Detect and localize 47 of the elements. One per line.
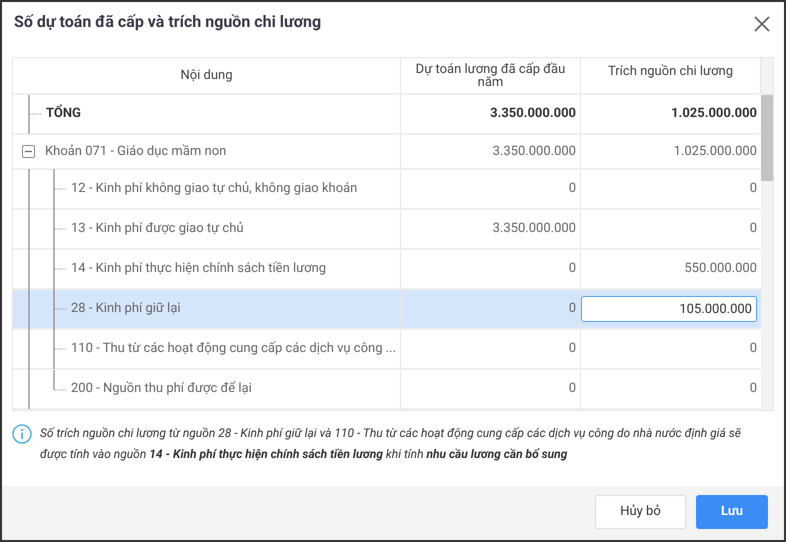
table-cell-text: 550.000.000 — [684, 260, 757, 278]
row-label: Khoản 071 - Giáo dục mầm non — [45, 142, 226, 161]
info-note: Số trích nguồn chi lương từ nguồn 28 - Kinh phí giữ lại và 110 - Thu từ các hoạt động cung cấp các dịch vụ công do nhà nước định giá sẽ được tính vào nguồn 14 - Kinh phí thực hiện chính sách tiền lương khi tính nhu cầu lương cần bổ sung — [40, 425, 742, 463]
close-icon — [754, 16, 770, 32]
table-row[interactable]: 13 - Kinh phí được giao tự chủ 3.350.000.000 0 — [13, 210, 761, 250]
row-label: 28 - Kinh phí giữ lại — [71, 300, 181, 318]
table-cell-text: 0 — [568, 260, 576, 278]
table-cell-text: 0 — [568, 380, 576, 398]
row-label: 110 - Thu từ các hoạt động cung cấp các dịch vụ công ... — [71, 340, 396, 358]
info-icon — [12, 424, 32, 444]
tree-connector-icon — [53, 169, 67, 209]
table-row[interactable]: 200 - Nguồn thu phí được để lại 0 0 — [13, 370, 761, 410]
row-label: 12 - Kinh phí không giao tự chủ, không giao khoán — [71, 180, 358, 198]
cancel-button[interactable]: Hủy bỏ — [595, 495, 686, 529]
row-label: TỔNG — [46, 104, 81, 124]
table-row[interactable]: 110 - Thu từ các hoạt động cung cấp các dịch vụ công ... 0 0 — [13, 330, 761, 370]
tree-connector-icon — [53, 209, 67, 249]
table-row[interactable]: 28 - Kinh phí giữ lại 0 105.000.000 — [13, 290, 761, 330]
row-label: 13 - Kinh phí được giao tự chủ — [71, 220, 244, 238]
row-label: 200 - Nguồn thu phí được để lại — [71, 380, 252, 398]
table-cell-text: 1.025.000.000 — [671, 105, 757, 124]
tree-connector-icon — [28, 95, 42, 134]
scrollbar-thumb[interactable] — [761, 95, 773, 181]
table-cell-text: 0 — [568, 340, 576, 358]
table-cell-text: 1.025.000.000 — [674, 142, 757, 161]
table-cell-text: 3.350.000.000 — [490, 105, 576, 124]
table-cell-text: 3.350.000.000 — [492, 220, 576, 238]
table-cell-text: 0 — [750, 340, 757, 358]
row-label: 14 - Kinh phí thực hiện chính sách tiền lương — [71, 260, 326, 278]
table-cell-text: 0 — [568, 300, 576, 318]
table-cell-text: 0 — [750, 180, 757, 198]
table-cell-text: 0 — [750, 220, 757, 238]
tree-connector-icon — [53, 249, 67, 289]
table-cell-text: 3.350.000.000 — [492, 142, 576, 161]
dialog-title: Số dự toán đã cấp và trích nguồn chi lương — [14, 11, 322, 33]
collapse-toggle[interactable] — [22, 145, 35, 158]
column-header: Dự toán lương đã cấp đầu năm — [414, 62, 566, 88]
table-row[interactable]: 14 - Kinh phí thực hiện chính sách tiền lương 0 550.000.000 — [13, 250, 761, 290]
column-header: Nội dung — [180, 66, 233, 85]
scrollbar[interactable] — [761, 95, 773, 410]
amount-input[interactable]: 105.000.000 — [581, 296, 757, 322]
table-row[interactable]: 12 - Kinh phí không giao tự chủ, không giao khoán 0 0 — [13, 170, 761, 210]
column-header: Trích nguồn chi lương — [608, 63, 734, 81]
tree-connector-icon — [53, 289, 67, 329]
table-cell-text: 0 — [750, 380, 757, 398]
save-button[interactable]: Lưu — [696, 495, 768, 529]
table-cell-text: 0 — [568, 180, 576, 198]
